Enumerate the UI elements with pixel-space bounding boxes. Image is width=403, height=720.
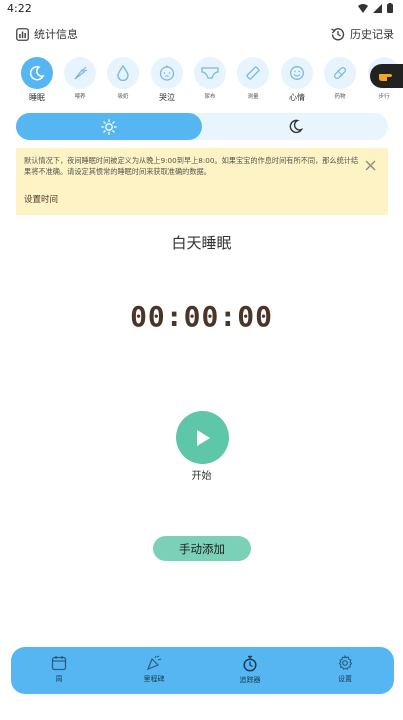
category-mood[interactable]: 心情 [281,57,313,103]
category-label: 测量 [247,94,259,100]
start-button[interactable] [176,411,229,464]
calendar-icon [51,656,67,671]
category-medicine[interactable]: 药物 [324,57,356,100]
sun-icon [101,118,117,135]
category-label: 喂养 [74,94,86,100]
baby-face-icon [159,65,175,81]
history-label: 历史记录 [350,28,394,41]
moon-icon [289,119,303,134]
close-icon[interactable] [365,160,376,171]
category-label: 步行 [378,94,390,100]
stats-button[interactable]: 统计信息 [16,26,78,42]
category-sleep[interactable]: 睡眠 [21,57,53,103]
notice-text: 默认情况下，夜间睡眠时间被定义为从晚上9:00到早上8:00。如果宝宝的作息时间… [24,156,359,176]
bottom-nav: 周 里程碑 追踪器 设置 [11,647,394,694]
history-icon [331,28,345,41]
category-feeding[interactable]: 喂养 [64,57,96,100]
timer-display: 00:00:00 [130,300,273,333]
nav-week[interactable]: 周 [29,655,89,684]
top-bar: 统计信息 历史记录 [0,22,403,48]
stopwatch-icon [243,655,257,672]
carrot-icon [74,66,88,80]
category-label: 哭泣 [159,93,175,102]
nav-label: 周 [55,675,63,683]
pointing-hand-icon [379,74,392,81]
gear-icon [338,655,353,671]
category-label: 药物 [334,94,346,100]
sleep-time-notice: 默认情况下，夜间睡眠时间被定义为从晚上9:00到早上8:00。如果宝宝的作息时间… [16,148,388,215]
day-tab[interactable] [16,113,202,140]
party-popper-icon [146,655,162,671]
nav-settings[interactable]: 设置 [315,655,375,684]
status-bar: 4:22 [0,0,403,18]
category-pumping[interactable]: 吸奶 [107,57,139,100]
more-categories-button[interactable] [370,64,403,88]
ruler-icon [246,66,260,80]
drop-icon [117,65,129,81]
category-measure[interactable]: 测量 [237,57,269,100]
play-icon [196,429,210,446]
wifi-icon [358,3,368,13]
category-diaper[interactable]: 尿布 [194,57,226,100]
category-crying[interactable]: 哭泣 [151,57,183,103]
diaper-icon [201,67,219,79]
category-label: 心情 [289,93,305,102]
nav-label: 设置 [338,675,352,683]
battery-icon [387,3,393,13]
manual-add-button[interactable]: 手动添加 [153,536,251,561]
stats-label: 统计信息 [34,28,78,41]
mode-title: 白天睡眠 [171,234,232,252]
history-button[interactable]: 历史记录 [331,26,394,42]
moon-icon [29,65,45,81]
nav-label: 里程碑 [143,675,165,683]
category-label: 吸奶 [117,94,129,100]
day-night-toggle [16,113,388,140]
signal-icon [373,3,382,13]
status-icons [358,3,393,13]
category-label: 尿布 [204,94,216,100]
status-time: 4:22 [7,2,32,15]
set-time-link[interactable]: 设置时间 [24,193,58,205]
category-row: 睡眠 喂养 吸奶 哭泣 尿布 测量 心情 药物 步行 [0,57,403,105]
bar-chart-icon [16,27,29,41]
nav-label: 追踪器 [239,676,261,684]
night-tab[interactable] [202,113,388,140]
pill-icon [334,67,346,79]
smile-icon [290,66,304,80]
category-label: 睡眠 [29,93,45,102]
nav-tracker[interactable]: 追踪器 [220,655,280,685]
start-label: 开始 [191,471,212,482]
nav-milestones[interactable]: 里程碑 [124,655,184,684]
